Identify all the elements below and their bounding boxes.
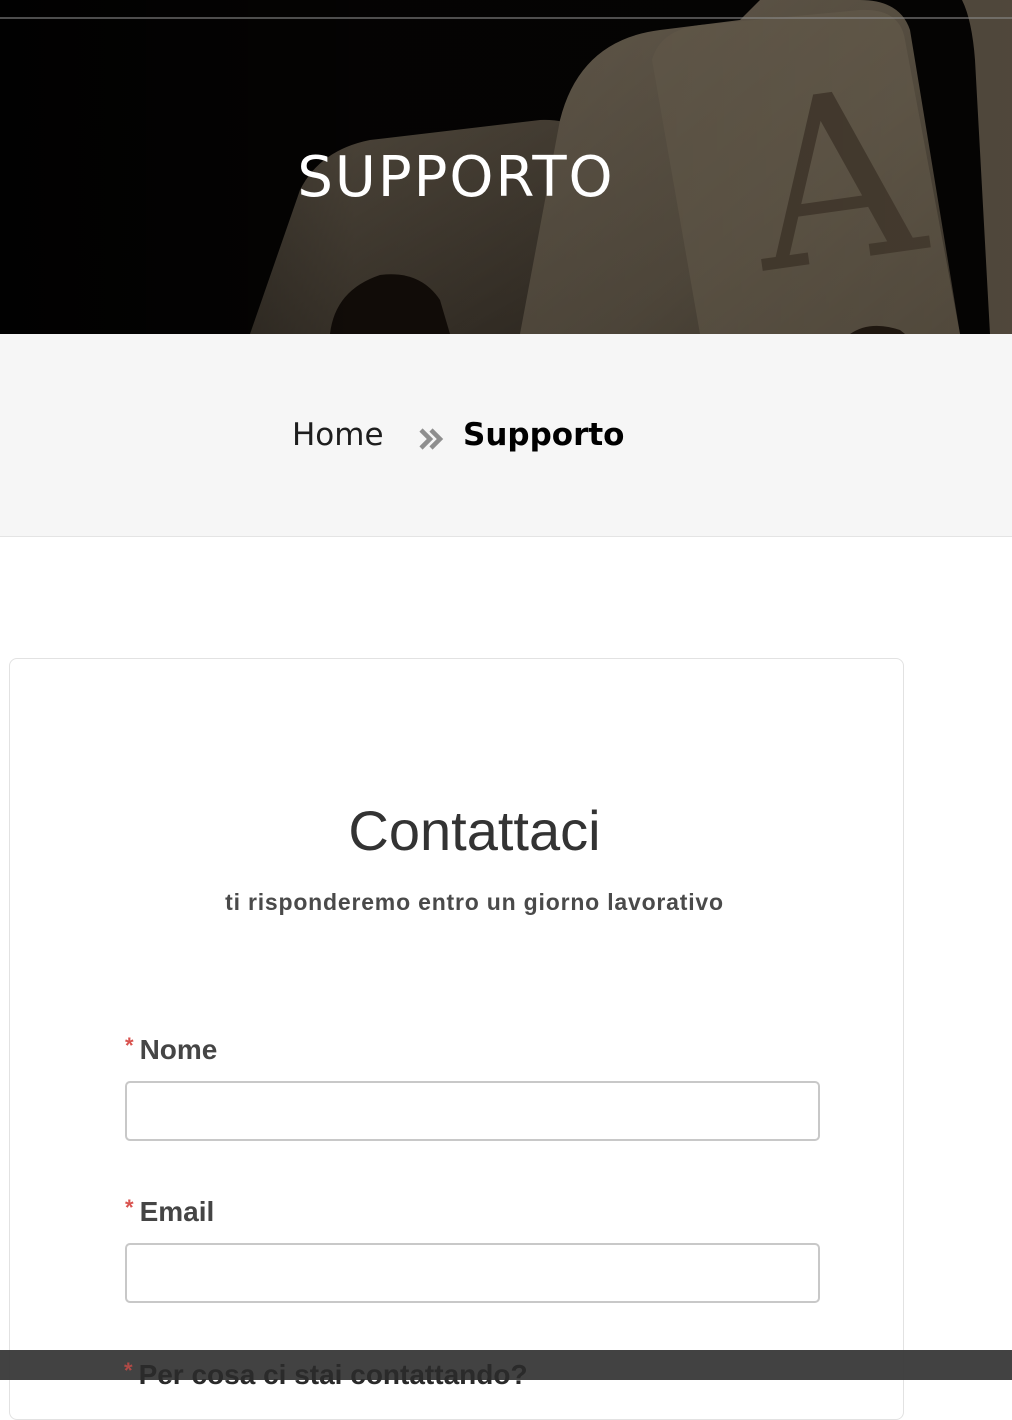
breadcrumb-home-link[interactable]: Home (292, 416, 384, 454)
page-title: SUPPORTO (297, 145, 615, 210)
header-divider (0, 17, 1012, 19)
breadcrumb-current: Supporto (463, 417, 625, 453)
hero-banner: A SUPPORTO (0, 0, 1012, 334)
contact-form-card: Contattaci ti risponderemo entro un gior… (9, 658, 904, 1420)
reason-label-text: Per cosa ci stai contattando? (138, 1359, 528, 1390)
form-title: Contattaci (348, 799, 601, 862)
name-input[interactable] (125, 1081, 820, 1141)
email-label-text: Email (139, 1196, 215, 1227)
double-chevron-right-icon (419, 428, 444, 450)
form-subtitle: ti risponderemo entro un giorno lavorati… (225, 889, 724, 915)
required-marker: * (125, 1195, 134, 1220)
breadcrumb: Home Supporto (0, 334, 1012, 537)
reason-field-label: * Per cosa ci stai contattando? (124, 1354, 528, 1392)
required-marker: * (125, 1033, 134, 1058)
name-label-text: Nome (139, 1034, 218, 1065)
name-field-label: * Nome (125, 1029, 217, 1067)
email-input[interactable] (125, 1243, 820, 1303)
required-marker: * (124, 1358, 133, 1383)
email-field-label: * Email (125, 1191, 214, 1229)
